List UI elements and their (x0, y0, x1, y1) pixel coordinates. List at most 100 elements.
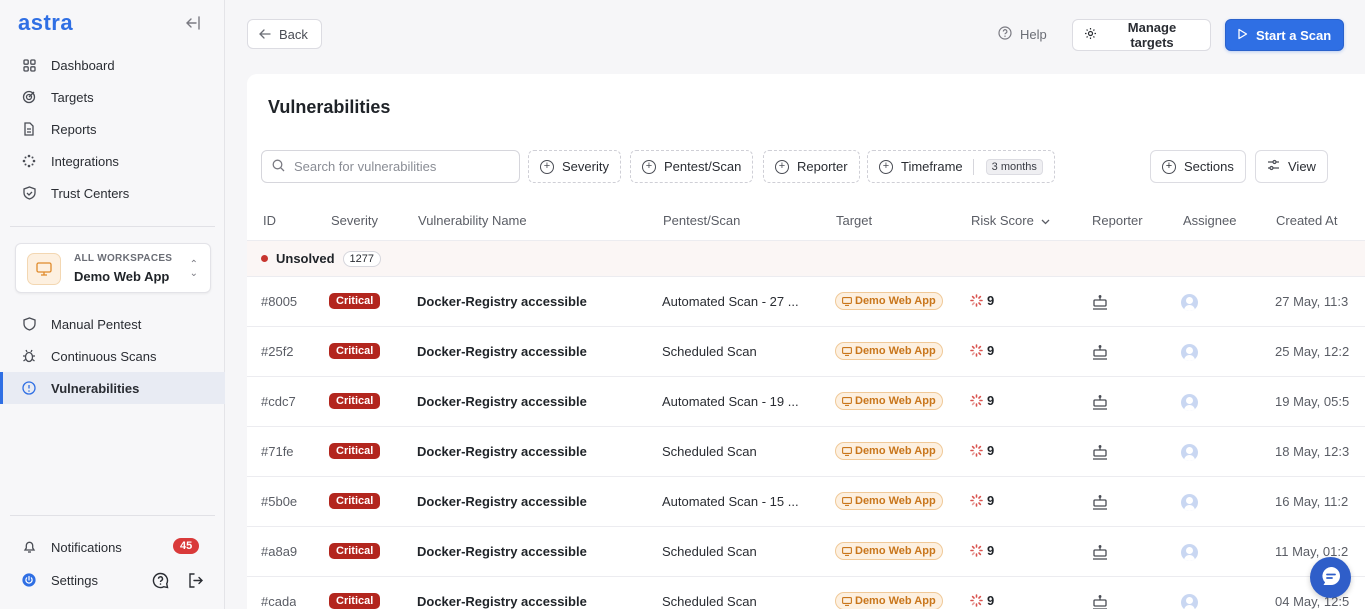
nav-item-continuous-scans[interactable]: Continuous Scans (0, 340, 225, 372)
secondary-nav: Manual Pentest Continuous Scans Vulnerab… (0, 308, 225, 404)
assignee-avatar[interactable] (1181, 444, 1198, 461)
vuln-name[interactable]: Docker-Registry accessible (417, 344, 587, 359)
chevron-down-icon (1041, 213, 1050, 228)
monitor-icon (842, 496, 852, 506)
severity-badge: Critical (329, 293, 381, 309)
nav-item-trust-centers[interactable]: Trust Centers (0, 177, 225, 209)
col-target[interactable]: Target (836, 213, 872, 228)
col-severity[interactable]: Severity (331, 213, 378, 228)
table-row[interactable]: #a8a9 Critical Docker-Registry accessible S… (247, 527, 1365, 577)
page-title: Vulnerabilities (268, 97, 391, 117)
plus-circle-icon: + (540, 159, 554, 174)
risk-gauge-icon (970, 394, 983, 407)
manage-targets-button[interactable]: Manage targets (1072, 19, 1211, 51)
timeframe-filter-label: Timeframe (901, 159, 963, 174)
monitor-icon (842, 596, 852, 606)
risk-gauge-icon (970, 594, 983, 607)
plus-circle-icon: + (1162, 159, 1176, 174)
table-row[interactable]: #5b0e Critical Docker-Registry accessible A… (247, 477, 1365, 527)
vuln-id: #a8a9 (261, 544, 298, 559)
vuln-scan[interactable]: Automated Scan - 27 ... (662, 294, 807, 309)
sidebar-footer: Notifications 45 Settings (0, 531, 225, 596)
vuln-name[interactable]: Docker-Registry accessible (417, 294, 587, 309)
view-button[interactable]: View (1255, 150, 1328, 183)
vuln-scan[interactable]: Scheduled Scan (662, 344, 807, 359)
nav-item-notifications[interactable]: Notifications 45 (0, 531, 225, 563)
chat-launcher-button[interactable] (1310, 557, 1351, 598)
nav-item-manual-pentest[interactable]: Manual Pentest (0, 308, 225, 340)
risk-score: 9 (970, 493, 994, 508)
support-icon[interactable] (152, 572, 169, 592)
timeframe-filter[interactable]: + Timeframe 3 months (867, 150, 1055, 183)
monitor-icon (842, 296, 852, 306)
target-badge[interactable]: Demo Web App (835, 342, 943, 360)
nav-label: Dashboard (51, 57, 115, 73)
col-id[interactable]: ID (263, 213, 276, 228)
table-row[interactable]: #cdc7 Critical Docker-Registry accessible A… (247, 377, 1365, 427)
assignee-avatar[interactable] (1181, 344, 1198, 361)
shield-icon (22, 317, 36, 331)
assignee-avatar[interactable] (1181, 394, 1198, 411)
risk-score: 9 (970, 393, 994, 408)
nav-item-settings[interactable]: Settings (0, 564, 225, 596)
start-scan-button[interactable]: Start a Scan (1225, 19, 1344, 51)
col-created[interactable]: Created At (1276, 213, 1337, 228)
col-risk[interactable]: Risk Score (971, 213, 1050, 228)
grid-icon (22, 58, 36, 72)
col-name[interactable]: Vulnerability Name (418, 213, 527, 228)
target-badge[interactable]: Demo Web App (835, 592, 943, 609)
col-reporter[interactable]: Reporter (1092, 213, 1143, 228)
table-row[interactable]: #71fe Critical Docker-Registry accessible S… (247, 427, 1365, 477)
table-row[interactable]: #8005 Critical Docker-Registry accessible A… (247, 277, 1365, 327)
back-button[interactable]: Back (247, 19, 322, 49)
search-input[interactable] (294, 159, 504, 174)
reporter-filter-label: Reporter (797, 159, 848, 174)
col-assignee[interactable]: Assignee (1183, 213, 1236, 228)
assignee-avatar[interactable] (1181, 294, 1198, 311)
nav-item-reports[interactable]: Reports (0, 113, 225, 145)
nav-item-vulnerabilities[interactable]: Vulnerabilities (0, 372, 225, 404)
risk-score: 9 (970, 543, 994, 558)
risk-gauge-icon (970, 294, 983, 307)
vuln-scan[interactable]: Scheduled Scan (662, 444, 807, 459)
collapse-sidebar-icon[interactable] (185, 16, 201, 30)
vuln-name[interactable]: Docker-Registry accessible (417, 444, 587, 459)
target-badge[interactable]: Demo Web App (835, 392, 943, 410)
vuln-scan[interactable]: Scheduled Scan (662, 544, 807, 559)
app-logo[interactable]: astra (18, 10, 73, 36)
vuln-name[interactable]: Docker-Registry accessible (417, 494, 587, 509)
nav-item-targets[interactable]: Targets (0, 81, 225, 113)
reporter-filter[interactable]: + Reporter (763, 150, 860, 183)
table-row[interactable]: #cada Critical Docker-Registry accessible S… (247, 577, 1365, 609)
assignee-avatar[interactable] (1181, 594, 1198, 609)
table-row[interactable]: #25f2 Critical Docker-Registry accessible S… (247, 327, 1365, 377)
view-label: View (1288, 159, 1316, 174)
pentest-filter[interactable]: + Pentest/Scan (630, 150, 754, 183)
target-badge[interactable]: Demo Web App (835, 292, 943, 310)
assignee-avatar[interactable] (1181, 494, 1198, 511)
vuln-scan[interactable]: Scheduled Scan (662, 594, 807, 609)
vuln-scan[interactable]: Automated Scan - 19 ... (662, 394, 807, 409)
target-label: Demo Web App (855, 545, 936, 557)
vuln-name[interactable]: Docker-Registry accessible (417, 594, 587, 609)
search-box[interactable] (261, 150, 520, 183)
table-header: ID Severity Vulnerability Name Pentest/S… (247, 200, 1365, 241)
target-badge[interactable]: Demo Web App (835, 492, 943, 510)
help-button[interactable]: Help (987, 19, 1058, 49)
vuln-name[interactable]: Docker-Registry accessible (417, 394, 587, 409)
nav-item-dashboard[interactable]: Dashboard (0, 49, 225, 81)
target-badge[interactable]: Demo Web App (835, 442, 943, 460)
workspace-switcher[interactable]: ALL WORKSPACES Demo Web App ⌃ ⌄ (15, 243, 211, 293)
vuln-id: #71fe (261, 444, 294, 459)
sections-button[interactable]: + Sections (1150, 150, 1246, 183)
col-scan[interactable]: Pentest/Scan (663, 213, 740, 228)
vuln-scan[interactable]: Automated Scan - 15 ... (662, 494, 807, 509)
severity-filter[interactable]: + Severity (528, 150, 621, 183)
logout-icon[interactable] (187, 572, 204, 592)
nav-item-integrations[interactable]: Integrations (0, 145, 225, 177)
unsolved-group-header[interactable]: Unsolved 1277 (247, 241, 1365, 277)
risk-value: 9 (987, 493, 995, 508)
assignee-avatar[interactable] (1181, 544, 1198, 561)
vuln-name[interactable]: Docker-Registry accessible (417, 544, 587, 559)
target-badge[interactable]: Demo Web App (835, 542, 943, 560)
